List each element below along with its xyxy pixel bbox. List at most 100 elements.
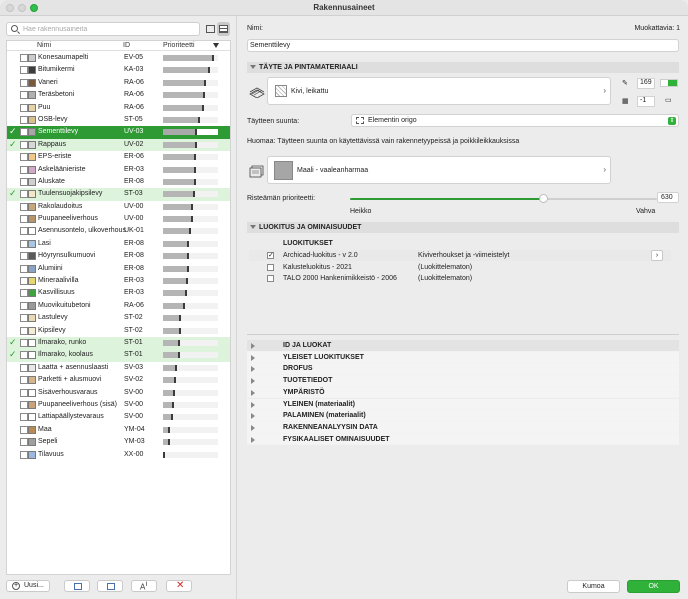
column-header-name[interactable]: Nimi bbox=[37, 42, 51, 49]
fill-foreground-color-swatch[interactable] bbox=[660, 79, 678, 87]
row-name: Parketti + alusmuovi bbox=[38, 376, 102, 384]
table-row[interactable]: Aluskate ER-08 bbox=[7, 176, 230, 188]
row-name: Sementtilevy bbox=[38, 128, 79, 136]
priority-bar bbox=[163, 228, 218, 235]
surface-swatch bbox=[28, 227, 36, 236]
sort-descending-icon[interactable] bbox=[213, 43, 219, 48]
table-row[interactable]: Bitumikermi KA-03 bbox=[7, 64, 230, 76]
classification-row[interactable]: TALO 2000 Hankenimikkeistö - 2006 (Luokit… bbox=[249, 273, 671, 284]
fill-pen-field[interactable]: 169 bbox=[637, 78, 655, 89]
property-group[interactable]: RAKENNEANALYYSIN DATA bbox=[247, 421, 679, 434]
priority-bar-cap bbox=[186, 278, 188, 285]
table-row[interactable]: Lattiapäällystevaraus SV-00 bbox=[7, 411, 230, 423]
classification-row[interactable]: ✓ Archicad-luokitus - v 2.0 Kiviverhoukset… bbox=[249, 250, 671, 261]
table-row[interactable]: Asennusontelo, ulkoverhous UK-01 bbox=[7, 225, 230, 237]
table-row[interactable]: ✓ Ilmarako, koolaus ST-01 bbox=[7, 349, 230, 362]
section-fill-surface[interactable]: TÄYTE JA PINTAMATERIAALI bbox=[247, 62, 679, 73]
property-group[interactable]: PALAMINEN (materiaalit) bbox=[247, 410, 679, 422]
table-row[interactable]: OSB-levy ST-05 bbox=[7, 114, 230, 126]
disclosure-triangle-icon bbox=[251, 343, 255, 349]
classification-checkbox[interactable] bbox=[267, 263, 274, 271]
property-group[interactable]: ID JA LUOKAT bbox=[247, 340, 679, 352]
priority-bar-fill bbox=[163, 129, 197, 136]
priority-bar bbox=[163, 240, 218, 247]
table-row[interactable]: Puu RA-06 bbox=[7, 102, 230, 114]
table-row[interactable]: Teräsbetoni RA-06 bbox=[7, 89, 230, 101]
fill-direction-label: Täytteen suunta: bbox=[247, 118, 300, 125]
priority-bar bbox=[163, 216, 218, 223]
row-id: RA-06 bbox=[124, 78, 144, 86]
table-row[interactable]: Maa YM-04 bbox=[7, 424, 230, 436]
column-header-id[interactable]: ID bbox=[123, 42, 130, 49]
priority-bar-cap bbox=[202, 104, 204, 111]
property-group[interactable]: DROFUS bbox=[247, 363, 679, 376]
name-field[interactable]: Sementtilevy bbox=[247, 39, 679, 52]
table-row[interactable]: Rakolaudoitus UV-00 bbox=[7, 201, 230, 213]
import-button[interactable] bbox=[97, 580, 123, 592]
list-view-button[interactable] bbox=[217, 22, 230, 36]
rename-button[interactable]: AI bbox=[131, 580, 157, 592]
table-row[interactable]: Höyrynsulkumuovi ER-08 bbox=[7, 250, 230, 262]
table-row[interactable]: Kasvillisuus ER-03 bbox=[7, 287, 230, 299]
table-row[interactable]: Konesaumapelti EV-05 bbox=[7, 52, 230, 64]
search-input[interactable] bbox=[23, 24, 193, 34]
table-row[interactable]: Parketti + alusmuovi SV-02 bbox=[7, 374, 230, 386]
surface-material-name: Maali - vaaleanharmaa bbox=[297, 167, 369, 174]
table-row[interactable]: ✓ Tuulensuojakipsilevy ST-03 bbox=[7, 188, 230, 201]
chevron-right-icon[interactable]: › bbox=[651, 250, 663, 261]
cut-fill-selector[interactable]: Kivi, leikattu › bbox=[267, 77, 611, 105]
table-row[interactable]: Kipsilevy ST-02 bbox=[7, 325, 230, 337]
stone-pattern-icon bbox=[275, 85, 287, 97]
new-folder-view-button[interactable] bbox=[204, 22, 217, 36]
row-name: Puupaneeliverhous bbox=[38, 215, 98, 223]
search-box[interactable] bbox=[6, 22, 200, 36]
table-row[interactable]: Sisäverhousvaraus SV-00 bbox=[7, 387, 230, 399]
priority-bar-cap bbox=[204, 79, 206, 86]
priority-value-field[interactable]: 630 bbox=[657, 192, 679, 203]
property-group[interactable]: YLEISET LUOKITUKSET bbox=[247, 351, 679, 364]
table-row[interactable]: EPS-eriste ER-06 bbox=[7, 151, 230, 163]
classification-checkbox[interactable]: ✓ bbox=[267, 252, 274, 259]
panel-separator[interactable] bbox=[247, 334, 679, 335]
delete-button[interactable]: ✕ bbox=[166, 580, 192, 592]
property-group[interactable]: TUOTETIEDOT bbox=[247, 375, 679, 387]
section-classification[interactable]: LUOKITUS JA OMINAISUUDET bbox=[247, 222, 679, 233]
background-pen-field[interactable]: -1 bbox=[637, 96, 655, 107]
surface-swatch bbox=[28, 66, 36, 75]
table-row[interactable]: Askeläänieriste ER-03 bbox=[7, 164, 230, 176]
surface-material-selector[interactable]: Maali - vaaleanharmaa › bbox=[267, 156, 611, 184]
cancel-button[interactable]: Kumoa bbox=[567, 580, 620, 593]
table-row[interactable]: Puupaneeliverhous UV-00 bbox=[7, 213, 230, 225]
classification-checkbox[interactable] bbox=[267, 275, 274, 282]
table-row[interactable]: Lastulevy ST-02 bbox=[7, 312, 230, 324]
priority-slider-handle[interactable] bbox=[539, 194, 548, 203]
fill-direction-select[interactable]: Elementin origo ⇕ bbox=[351, 114, 679, 127]
table-row[interactable]: Mineraalivilla ER-03 bbox=[7, 275, 230, 287]
new-material-button[interactable]: + Uusi... bbox=[6, 580, 50, 592]
table-row[interactable]: ✓ Ilmarako, runko ST-01 bbox=[7, 336, 230, 350]
column-header-priority[interactable]: Prioriteetti bbox=[163, 42, 195, 49]
priority-bar-cap bbox=[198, 116, 200, 123]
table-row[interactable]: Muovikuitubetoni RA-06 bbox=[7, 300, 230, 312]
section-fill-title: TÄYTE JA PINTAMATERIAALI bbox=[259, 64, 358, 71]
table-row[interactable]: Laatta + asennuslaasti SV-03 bbox=[7, 362, 230, 374]
table-row[interactable]: Puupaneeliverhous (sisä) SV-00 bbox=[7, 399, 230, 411]
property-group[interactable]: YLEINEN (materiaalit) bbox=[247, 398, 679, 411]
disclosure-triangle-icon bbox=[251, 401, 255, 408]
row-id: YM-04 bbox=[124, 425, 145, 433]
table-row[interactable]: Vaneri RA-06 bbox=[7, 77, 230, 89]
table-row[interactable]: Sepeli YM-03 bbox=[7, 436, 230, 448]
property-group[interactable]: FYSIKAALISET OMINAISUUDET bbox=[247, 433, 679, 446]
table-row[interactable]: ✓ Rappaus UV-02 bbox=[7, 138, 230, 152]
ok-button[interactable]: OK bbox=[627, 580, 680, 593]
pane-divider[interactable] bbox=[236, 16, 237, 599]
disclosure-triangle-icon bbox=[251, 436, 255, 443]
table-row[interactable]: ✓ Sementtilevy UV-03 bbox=[7, 126, 230, 139]
property-group[interactable]: YMPÄRISTÖ bbox=[247, 386, 679, 399]
classification-row[interactable]: Kalusteluokitus - 2021 (Luokittelematon) bbox=[249, 262, 671, 273]
duplicate-button[interactable] bbox=[64, 580, 90, 592]
table-row[interactable]: Alumiini ER-08 bbox=[7, 263, 230, 275]
table-row[interactable]: Tilavuus XX-00 bbox=[7, 449, 230, 461]
table-row[interactable]: Lasi ER-08 bbox=[7, 238, 230, 250]
fill-direction-value: Elementin origo bbox=[368, 117, 417, 124]
